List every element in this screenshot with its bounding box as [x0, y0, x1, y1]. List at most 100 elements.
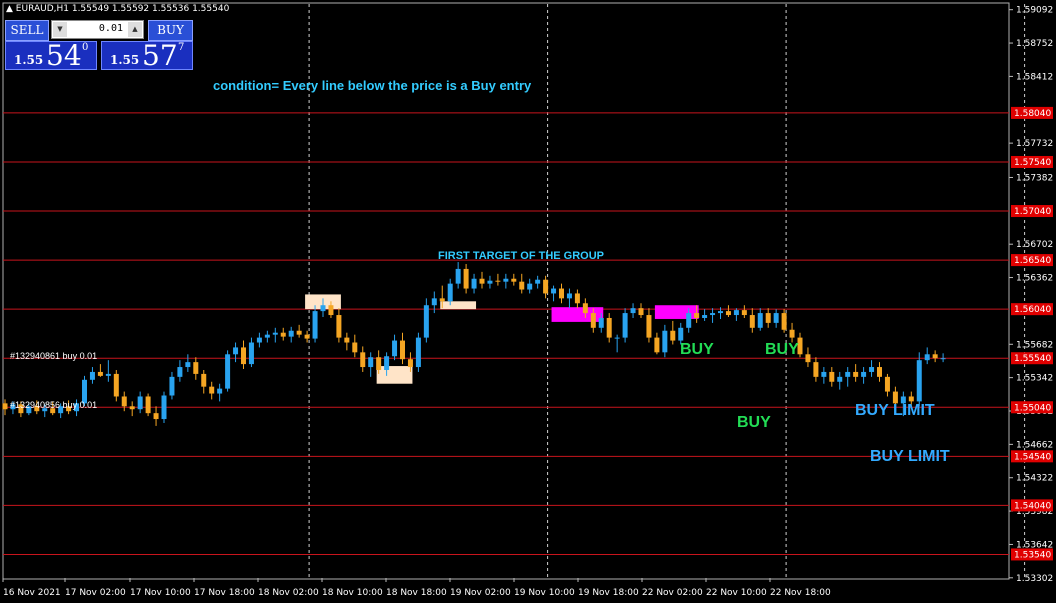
candle-body-62 — [495, 280, 501, 282]
candle-body-45 — [360, 352, 366, 368]
candle-body-77 — [614, 337, 620, 339]
sell-button[interactable]: SELL — [5, 20, 49, 41]
candle-body-72 — [574, 293, 580, 304]
buy-limit-label-1: BUY LIMIT — [855, 402, 935, 419]
candle-body-16 — [129, 406, 135, 410]
x-tick-label-10: 22 Nov 02:00 — [642, 588, 703, 598]
lot-decrease-arrow-icon[interactable]: ▼ — [53, 22, 67, 37]
level-tag-6: 1.55040 — [1014, 403, 1051, 413]
candle-body-111 — [884, 376, 890, 392]
buy-button[interactable]: BUY — [148, 20, 193, 41]
candle-body-91 — [725, 311, 731, 316]
candle-body-60 — [479, 278, 485, 284]
candle-body-97 — [773, 313, 779, 323]
y-tick-label-4: 1.57382 — [1016, 173, 1053, 183]
first-target-note: FIRST TARGET OF THE GROUP — [438, 250, 605, 262]
candle-body-22 — [177, 367, 183, 377]
candle-body-93 — [741, 310, 747, 316]
lot-size-field[interactable]: ▼ 0.01 ▲ — [51, 20, 144, 39]
y-tick-label-11: 1.54322 — [1016, 474, 1053, 484]
x-tick-label-6: 18 Nov 18:00 — [386, 588, 447, 598]
candle-body-49 — [392, 340, 398, 357]
candle-body-28 — [225, 354, 231, 389]
candle-body-115 — [916, 360, 922, 402]
candle-body-99 — [789, 329, 795, 338]
candle-body-43 — [344, 337, 350, 343]
candle-body-31 — [248, 342, 254, 365]
candle-body-87 — [694, 313, 700, 318]
candle-body-89 — [710, 313, 716, 316]
buy-limit-label-2: BUY LIMIT — [870, 448, 950, 465]
candle-body-17 — [137, 396, 143, 410]
candle-body-85 — [678, 327, 684, 341]
candle-body-98 — [781, 313, 787, 330]
lot-value[interactable]: 0.01 — [99, 23, 123, 34]
y-tick-label-3: 1.57732 — [1016, 139, 1053, 149]
level-tag-0: 1.58040 — [1014, 109, 1051, 119]
candle-body-46 — [368, 357, 374, 368]
candle-body-66 — [527, 283, 533, 290]
bid-sup: 0 — [82, 42, 89, 53]
candle-body-104 — [829, 371, 835, 382]
condition-note: condition= Every line below the price is… — [213, 78, 532, 93]
candle-body-51 — [407, 359, 413, 368]
candle-body-26 — [209, 386, 215, 394]
candle-body-94 — [749, 315, 755, 328]
candle-body-58 — [463, 268, 469, 289]
level-tag-9: 1.53540 — [1014, 550, 1051, 560]
zone-2 — [440, 301, 477, 310]
level-tag-4: 1.56040 — [1014, 305, 1051, 315]
candle-body-35 — [280, 332, 286, 337]
bid-prefix: 1.55 — [14, 53, 44, 67]
candle-body-34 — [272, 332, 278, 335]
one-click-trading-panel: SELL ▼ 0.01 ▲ BUY 1.55 54 0 1.55 57 7 — [5, 20, 193, 72]
candle-body-19 — [153, 413, 159, 420]
ask-prefix: 1.55 — [110, 53, 140, 67]
bid-price[interactable]: 1.55 54 0 — [5, 39, 97, 72]
x-tick-label-4: 18 Nov 02:00 — [258, 588, 319, 598]
y-tick-label-6: 1.56362 — [1016, 274, 1053, 284]
candle-body-50 — [400, 340, 405, 360]
candle-body-59 — [471, 278, 477, 289]
candle-body-25 — [201, 373, 207, 387]
candle-body-67 — [535, 279, 541, 284]
candle-body-69 — [551, 288, 557, 294]
candle-body-24 — [193, 362, 199, 374]
y-tick-label-1: 1.58752 — [1016, 39, 1053, 49]
candle-body-81 — [646, 315, 652, 338]
candle-body-68 — [543, 279, 549, 294]
candle-body-95 — [757, 313, 763, 328]
candle-body-57 — [455, 268, 461, 284]
ask-price[interactable]: 1.55 57 7 — [101, 39, 193, 72]
ask-sup: 7 — [178, 42, 185, 53]
lot-increase-arrow-icon[interactable]: ▲ — [128, 22, 142, 37]
candle-body-110 — [877, 367, 882, 377]
x-tick-label-0: 16 Nov 2021 — [3, 588, 61, 598]
candle-body-102 — [813, 362, 819, 377]
zone-1 — [376, 366, 413, 384]
x-tick-label-12: 22 Nov 18:00 — [770, 588, 831, 598]
zone-4 — [654, 305, 699, 319]
level-tag-5: 1.55540 — [1014, 354, 1051, 364]
candle-body-80 — [638, 308, 644, 316]
candle-body-82 — [654, 337, 660, 353]
window-title: ▲ EURAUD,H1 1.55549 1.55592 1.55536 1.55… — [6, 4, 229, 14]
zones — [305, 294, 699, 384]
candle-body-103 — [821, 371, 827, 377]
candle-body-37 — [296, 330, 302, 335]
x-tick-label-11: 22 Nov 10:00 — [706, 588, 767, 598]
price-axis: 1.59092 1.58752 1.58412 1.57732 1.57382 1.567… — [1009, 6, 1053, 584]
candle-body-32 — [256, 337, 262, 343]
y-tick-label-0: 1.59092 — [1016, 6, 1053, 16]
x-tick-label-2: 17 Nov 10:00 — [130, 588, 191, 598]
candle-body-54 — [431, 298, 437, 306]
buy-label-1: BUY — [680, 341, 714, 358]
collapse-triangle-icon[interactable]: ▲ — [6, 4, 13, 14]
candle-body-18 — [145, 396, 151, 414]
candle-body-116 — [924, 354, 930, 361]
level-tag-8: 1.54040 — [1014, 501, 1051, 511]
level-lines — [3, 112, 1009, 555]
candle-body-11 — [89, 371, 95, 380]
candle-body-61 — [487, 280, 493, 284]
candle-body-84 — [670, 330, 676, 341]
